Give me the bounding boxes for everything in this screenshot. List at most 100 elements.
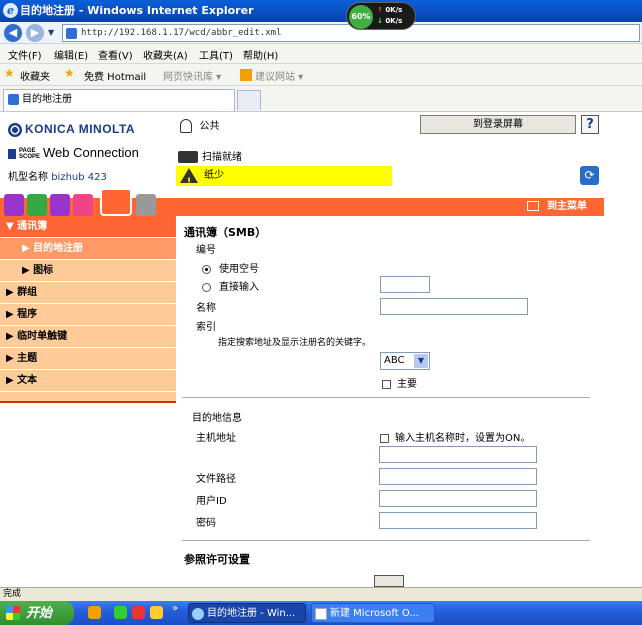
name-input[interactable] <box>380 298 528 315</box>
history-dropdown-icon[interactable]: ▼ <box>48 28 54 37</box>
sidebar-item-address-book[interactable]: ▼ 通讯簿 <box>0 216 176 238</box>
quicklaunch-icon-4[interactable] <box>150 606 163 619</box>
start-button[interactable]: 开始 <box>0 601 74 625</box>
login-screen-button[interactable]: 到登录屏幕 <box>420 115 576 134</box>
password-input[interactable] <box>379 512 537 529</box>
quicklaunch-more-icon[interactable]: » <box>172 603 178 614</box>
menu-favorites[interactable]: 收藏夹(A) <box>143 47 188 62</box>
fav-hotmail[interactable]: 免费 Hotmail <box>84 68 146 83</box>
taskbar: 开始 » 目的地注册 - Win... 新建 Microsoft O... <box>0 601 642 625</box>
help-icon[interactable]: ? <box>581 115 599 134</box>
page-scope-icon <box>8 148 16 159</box>
page-scope-text: PAGE SCOPE <box>19 147 41 160</box>
fav-suggested-sites[interactable]: 建议网站 ▾ <box>255 68 303 83</box>
bing-icon <box>240 69 252 81</box>
model-name: 机型名称 bizhub 423 <box>8 172 107 183</box>
menu-edit[interactable]: 编辑(E) <box>54 47 88 62</box>
address-book-tab-icon[interactable] <box>100 188 132 216</box>
divider <box>182 540 590 541</box>
index-hint: 指定搜索地址及显示注册名的关键字。 <box>218 338 372 348</box>
dest-info-label: 目的地信息 <box>192 413 242 424</box>
host-name-checkbox[interactable]: 输入主机名称时，设置为ON。 <box>380 429 530 444</box>
windows-flag-icon <box>6 606 20 620</box>
office-doc-icon <box>315 608 327 620</box>
host-label: 主机地址 <box>196 433 236 444</box>
sidebar-item-group[interactable]: ▶ 群组 <box>0 282 176 304</box>
add-favorite-icon[interactable]: ★ <box>64 66 75 80</box>
box-icon[interactable] <box>27 194 47 216</box>
to-main-menu-button[interactable]: 到主菜单 <box>527 198 587 216</box>
primary-checkbox-box[interactable] <box>382 379 391 389</box>
radio-use-free-number[interactable]: 使用空号 <box>202 260 259 275</box>
status-bar: 完成 <box>0 587 642 601</box>
main-menu-icon <box>527 201 539 211</box>
radio-direct-input-button[interactable] <box>202 282 211 292</box>
up-arrow-icon: ↑ <box>377 6 383 14</box>
favorites-bar: ★ 收藏夹 ★ 免费 Hotmail 网页快讯库 ▾ 建议网站 ▾ <box>0 64 642 86</box>
job-icon[interactable] <box>4 194 24 216</box>
form-title: 通讯簿（SMB） <box>184 226 267 239</box>
menu-file[interactable]: 文件(F) <box>8 47 42 62</box>
new-tab-button[interactable] <box>237 90 261 110</box>
radio-use-free-number-button[interactable] <box>202 264 211 274</box>
user-id-input[interactable] <box>379 490 537 507</box>
quicklaunch-icon-2[interactable] <box>114 606 127 619</box>
net-meter-up: ↑ 0K/s <box>377 6 403 14</box>
scan-status: 扫描就绪 <box>178 148 242 163</box>
sidebar-item-text[interactable]: ▶ 文本 <box>0 370 176 392</box>
path-label: 文件路径 <box>196 474 236 485</box>
sidebar-item-icon[interactable]: ▶ 图标 <box>0 260 176 282</box>
chevron-down-icon: ▼ <box>414 354 428 368</box>
konica-minolta-logo: KONICA MINOLTA <box>8 122 135 137</box>
menu-bar: 文件(F) 编辑(E) 查看(V) 收藏夹(A) 工具(T) 帮助(H) <box>0 44 642 64</box>
menu-tools[interactable]: 工具(T) <box>199 47 233 62</box>
ie-icon: e <box>3 3 18 18</box>
name-label: 名称 <box>196 303 216 314</box>
down-arrow-icon: ↓ <box>377 17 383 25</box>
settings-icon[interactable] <box>136 194 156 216</box>
back-button[interactable]: ◀ <box>4 24 22 42</box>
ref-permission-button[interactable] <box>374 575 404 587</box>
file-path-input[interactable] <box>379 468 537 485</box>
index-select[interactable]: ABC ▼ <box>380 352 430 370</box>
sidebar: ▼ 通讯簿 ▶ 目的地注册 ▶ 图标 ▶ 群组 ▶ 程序 ▶ 临时单触键 ▶ 主… <box>0 216 176 404</box>
divider <box>182 397 590 398</box>
sidebar-item-program[interactable]: ▶ 程序 <box>0 304 176 326</box>
web-page: KONICA MINOLTA PAGE SCOPE Web Connection 机… <box>0 112 642 587</box>
direct-print-icon[interactable] <box>50 194 70 216</box>
quicklaunch-icon-3[interactable] <box>132 606 145 619</box>
store-address-icon[interactable] <box>73 194 93 216</box>
konica-logo-mark <box>8 122 22 137</box>
tab-row: 目的地注册 <box>0 86 642 112</box>
net-meter-percent: 60% <box>349 5 373 29</box>
ref-permission-title: 参照许可设置 <box>184 553 250 566</box>
primary-checkbox[interactable]: 主要 <box>382 375 417 390</box>
sidebar-item-temp-onetouch[interactable]: ▶ 临时单触键 <box>0 326 176 348</box>
warning-icon: ! <box>180 168 198 187</box>
host-address-input[interactable] <box>379 446 537 463</box>
password-label: 密码 <box>196 518 216 529</box>
taskbar-item-ie[interactable]: 目的地注册 - Win... <box>188 603 306 623</box>
refresh-icon[interactable]: ⟳ <box>580 166 599 185</box>
scanner-icon <box>178 151 198 163</box>
quicklaunch-icon-1[interactable] <box>88 606 101 619</box>
warning-bar: ! 纸少 <box>176 166 392 187</box>
user-panel: 公共 <box>180 117 220 133</box>
host-name-checkbox-box[interactable] <box>380 433 389 443</box>
tab-destination-register[interactable]: 目的地注册 <box>3 89 235 111</box>
user-icon <box>180 119 192 133</box>
window-title: 目的地注册 - Windows Internet Explorer <box>20 4 254 17</box>
user-name: 公共 <box>199 121 220 132</box>
net-meter-down: ↓ 0K/s <box>377 17 403 25</box>
favorites-button[interactable]: 收藏夹 <box>20 68 50 83</box>
menu-view[interactable]: 查看(V) <box>98 47 133 62</box>
menu-help[interactable]: 帮助(H) <box>243 47 278 62</box>
sidebar-item-destination-register[interactable]: ▶ 目的地注册 <box>0 238 176 260</box>
user-id-label: 用户ID <box>196 496 227 507</box>
forward-button[interactable]: ▶ <box>26 24 44 42</box>
sidebar-item-subject[interactable]: ▶ 主题 <box>0 348 176 370</box>
radio-direct-input[interactable]: 直接输入 <box>202 278 259 293</box>
fav-web-slice-gallery[interactable]: 网页快讯库 ▾ <box>163 68 221 83</box>
taskbar-item-office[interactable]: 新建 Microsoft O... <box>311 603 435 623</box>
number-input[interactable] <box>380 276 430 293</box>
